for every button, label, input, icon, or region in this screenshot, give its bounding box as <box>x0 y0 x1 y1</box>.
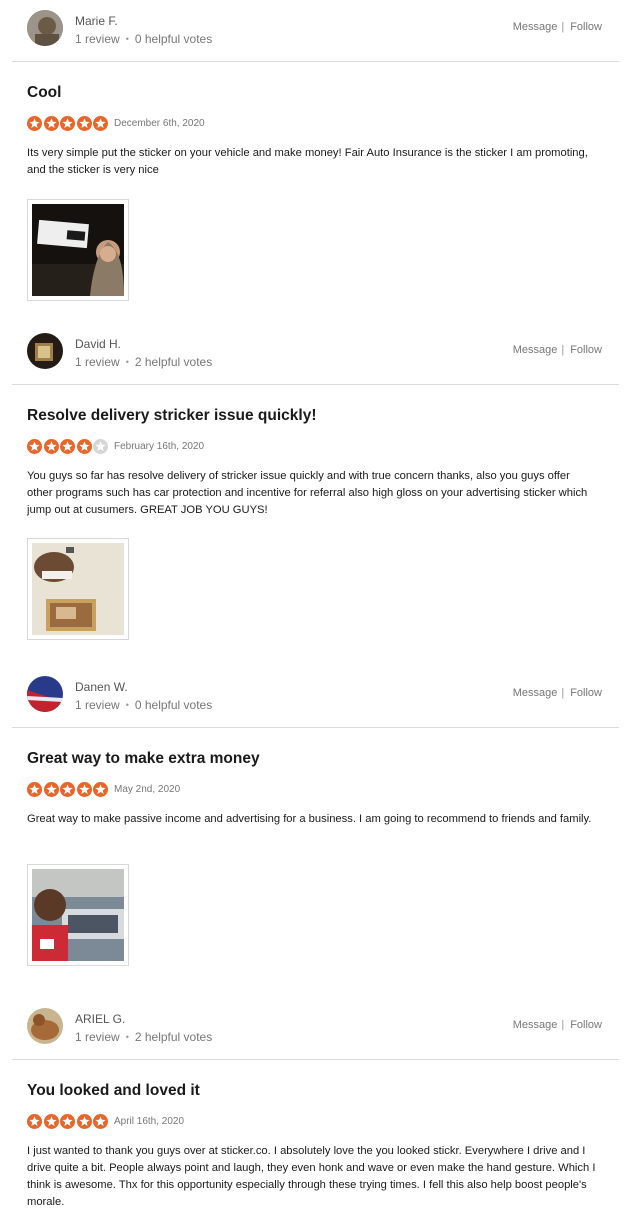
reviewer-header: Marie F. 1 review • 0 helpful votes Messag… <box>27 10 602 50</box>
photo-selfie-frame-icon <box>32 543 124 635</box>
action-separator: | <box>561 344 565 356</box>
review-title[interactable]: You looked and loved it <box>27 1082 200 1100</box>
divider <box>12 727 619 728</box>
avatar-image-icon <box>27 10 63 46</box>
reviewer-stats: 1 review • 0 helpful votes <box>75 698 212 712</box>
bullet-separator-icon: • <box>125 34 129 44</box>
star-filled-icon <box>27 439 42 454</box>
star-filled-icon <box>43 1114 59 1129</box>
star-filled-icon <box>43 439 59 454</box>
star-rating <box>27 116 110 132</box>
helpful-votes: 0 helpful votes <box>134 698 213 712</box>
review-text: Great way to make passive income and adv… <box>27 813 592 825</box>
reviewer-header: David H. 1 review • 2 helpful votes Messag… <box>27 333 602 373</box>
reviewer-avatar[interactable] <box>27 676 63 712</box>
star-filled-icon <box>93 1114 109 1129</box>
review-date: December 6th, 2020 <box>114 118 205 129</box>
review-count: 1 review <box>75 32 120 46</box>
review-text: I just wanted to thank you guys over at … <box>27 1145 596 1208</box>
review-count: 1 review <box>75 355 120 369</box>
star-filled-icon <box>76 116 92 131</box>
review-date: April 16th, 2020 <box>114 1116 185 1127</box>
follow-link[interactable]: Follow <box>570 21 602 33</box>
reviewer-avatar[interactable] <box>27 333 63 369</box>
review-photo[interactable] <box>27 538 129 640</box>
bullet-separator-icon: • <box>125 357 129 367</box>
star-filled-icon <box>93 116 109 131</box>
star-filled-icon <box>76 439 92 454</box>
helpful-votes: 2 helpful votes <box>134 355 213 369</box>
star-filled-icon <box>27 782 42 797</box>
reviewer-stats: 1 review • 2 helpful votes <box>75 1030 212 1044</box>
message-link[interactable]: Message <box>513 21 558 33</box>
reviewer-stats: 1 review • 0 helpful votes <box>75 32 212 46</box>
divider <box>12 61 619 62</box>
bullet-separator-icon: • <box>125 1032 129 1042</box>
review-text: You guys so far has resolve delivery of … <box>27 470 588 516</box>
star-rating <box>27 1114 110 1130</box>
reviewer-stats: 1 review • 2 helpful votes <box>75 355 212 369</box>
star-filled-icon <box>60 116 76 131</box>
action-separator: | <box>561 687 565 699</box>
message-link[interactable]: Message <box>513 687 558 699</box>
photo-image <box>32 204 124 296</box>
reviewer-name[interactable]: Marie F. <box>75 14 118 28</box>
reviewer-avatar[interactable] <box>27 10 63 46</box>
review-photo[interactable] <box>27 199 129 301</box>
reviewer-name[interactable]: David H. <box>75 337 121 351</box>
divider <box>12 384 619 385</box>
photo-sticker-car-icon <box>32 204 124 296</box>
star-rating <box>27 439 110 455</box>
reviewer-actions: Message | Follow <box>513 344 602 356</box>
helpful-votes: 0 helpful votes <box>134 32 213 46</box>
bullet-separator-icon: • <box>125 700 129 710</box>
reviewer-header: Danen W. 1 review • 0 helpful votes Messag… <box>27 676 602 716</box>
review-title[interactable]: Cool <box>27 84 61 102</box>
reviewer-name[interactable]: Danen W. <box>75 680 128 694</box>
divider <box>12 1059 619 1060</box>
action-separator: | <box>561 21 565 33</box>
photo-selfie-car-icon <box>32 869 124 961</box>
avatar-image-icon <box>27 1008 63 1044</box>
reviewer-actions: Message | Follow <box>513 1019 602 1031</box>
photo-image <box>32 543 124 635</box>
reviewer-avatar[interactable] <box>27 1008 63 1044</box>
star-rating <box>27 782 110 798</box>
star-filled-icon <box>60 1114 76 1129</box>
reviewer-actions: Message | Follow <box>513 687 602 699</box>
star-empty-icon <box>93 439 109 454</box>
follow-link[interactable]: Follow <box>570 344 602 356</box>
follow-link[interactable]: Follow <box>570 1019 602 1031</box>
review-text: Its very simple put the sticker on your … <box>27 147 588 176</box>
star-filled-icon <box>27 116 42 131</box>
star-filled-icon <box>93 782 109 797</box>
reviewer-name[interactable]: ARIEL G. <box>75 1012 125 1026</box>
review-count: 1 review <box>75 698 120 712</box>
star-filled-icon <box>27 1114 42 1129</box>
avatar-image-icon <box>27 676 63 712</box>
review-date: February 16th, 2020 <box>114 441 205 452</box>
star-filled-icon <box>60 439 76 454</box>
star-filled-icon <box>43 782 59 797</box>
avatar-image-icon <box>27 333 63 369</box>
reviewer-header: ARIEL G. 1 review • 2 helpful votes Messag… <box>27 1008 602 1048</box>
review-title[interactable]: Great way to make extra money <box>27 750 260 768</box>
reviewer-actions: Message | Follow <box>513 21 602 33</box>
review-date: May 2nd, 2020 <box>114 784 181 795</box>
photo-image <box>32 869 124 961</box>
star-filled-icon <box>76 1114 92 1129</box>
review-title[interactable]: Resolve delivery stricker issue quickly! <box>27 407 317 425</box>
message-link[interactable]: Message <box>513 1019 558 1031</box>
action-separator: | <box>561 1019 565 1031</box>
review-photo[interactable] <box>27 864 129 966</box>
message-link[interactable]: Message <box>513 344 558 356</box>
review-count: 1 review <box>75 1030 120 1044</box>
star-filled-icon <box>43 116 59 131</box>
helpful-votes: 2 helpful votes <box>134 1030 213 1044</box>
follow-link[interactable]: Follow <box>570 687 602 699</box>
star-filled-icon <box>76 782 92 797</box>
star-filled-icon <box>60 782 76 797</box>
